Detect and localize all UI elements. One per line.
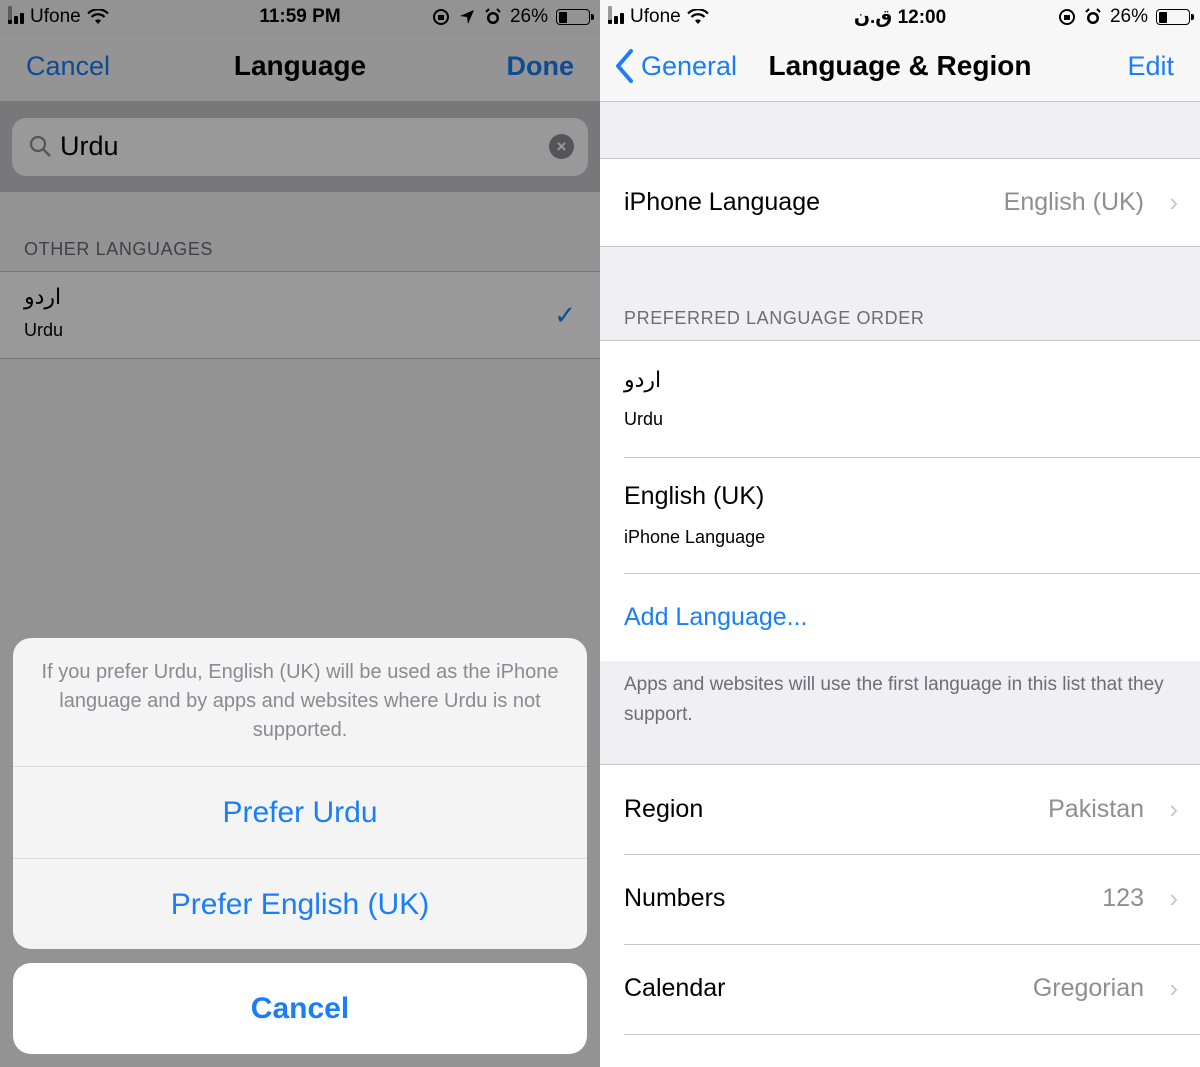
setting-label: Calendar [624, 974, 726, 1002]
page-title: Language & Region [768, 50, 1032, 81]
add-language-row[interactable]: Add Language... [600, 574, 1200, 661]
iphone-language-row[interactable]: iPhone Language English (UK) › [600, 158, 1200, 247]
language-secondary: Urdu [624, 409, 664, 429]
iphone-language-label: iPhone Language [624, 188, 821, 216]
iphone-language-value: English (UK) [1003, 188, 1144, 216]
chevron-right-icon: › [1169, 883, 1178, 913]
nav-bar: General Language & Region Edit [600, 34, 1200, 102]
section-header: PREFERRED LANGUAGE ORDER [624, 308, 925, 328]
setting-value: Pakistan [1048, 795, 1144, 823]
setting-value: 123 [1102, 884, 1144, 912]
prefer-urdu-button[interactable]: Prefer Urdu [13, 766, 587, 858]
battery-fill [1158, 11, 1167, 23]
prefer-english-button[interactable]: Prefer English (UK) [13, 858, 587, 949]
language-footer-note: Apps and websites will use the first lan… [624, 674, 1164, 725]
language-item-urdu[interactable]: اردو Urdu [600, 341, 1200, 457]
chevron-right-icon: › [1169, 794, 1178, 824]
alarm-icon [1085, 8, 1101, 24]
battery-percent: 26% [1109, 6, 1148, 27]
language-region-screen: Ufone 12:00 ق.ن 26% General Language & R… [600, 0, 1200, 1067]
language-item-english[interactable]: English (UK) iPhone Language [600, 458, 1200, 573]
region-settings-group: Region Pakistan › Numbers 123 › Calendar… [600, 764, 1200, 1067]
action-sheet: If you prefer Urdu, English (UK) will be… [13, 638, 587, 949]
calendar-row[interactable]: Calendar Gregorian › [600, 945, 1200, 1034]
language-primary: اردو [624, 367, 662, 392]
setting-label: Region [624, 795, 704, 823]
numbers-row[interactable]: Numbers 123 › [600, 855, 1200, 944]
chevron-right-icon: › [1169, 187, 1178, 217]
language-picker-screen: Ufone 11:59 PM 26% Cancel Language Done … [0, 0, 600, 1067]
language-primary: English (UK) [624, 482, 765, 510]
chevron-right-icon: › [1169, 973, 1178, 1003]
region-row[interactable]: Region Pakistan › [600, 765, 1200, 854]
action-sheet-message: If you prefer Urdu, English (UK) will be… [41, 661, 559, 741]
action-sheet-cancel-button[interactable]: Cancel [13, 963, 587, 1054]
language-secondary: iPhone Language [624, 527, 766, 547]
divider [624, 1034, 1200, 1035]
orientation-lock-icon [1058, 9, 1075, 25]
setting-value: Gregorian [1032, 974, 1144, 1002]
edit-button[interactable]: Edit [1127, 51, 1174, 82]
battery-icon [1156, 9, 1194, 25]
add-language-link: Add Language... [624, 603, 808, 631]
preferred-language-list: اردو Urdu English (UK) iPhone Language A… [600, 340, 1200, 661]
status-bar: Ufone 12:00 ق.ن 26% [600, 0, 1200, 34]
setting-label: Numbers [624, 884, 726, 912]
